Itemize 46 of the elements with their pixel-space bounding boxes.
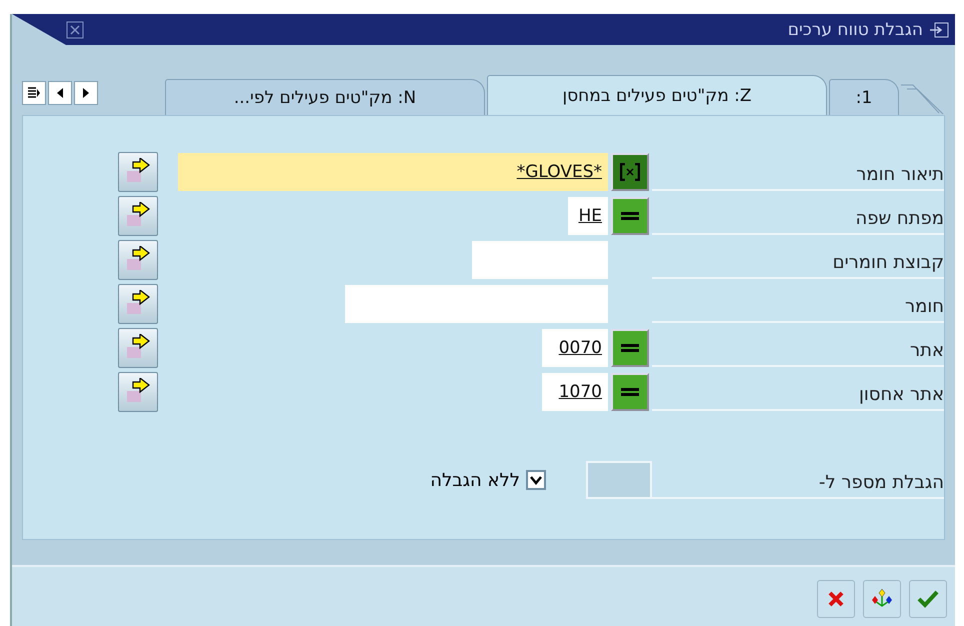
field-label: תיאור חומר: [652, 154, 944, 190]
tab[interactable]: N: מק"טים פעילים לפי...: [165, 79, 485, 115]
operator-button[interactable]: [611, 373, 649, 411]
multiple-selection-button[interactable]: [118, 328, 158, 368]
field-label: חומר: [652, 286, 944, 322]
multiple-selection-button[interactable]: [118, 372, 158, 412]
scroll-right-button[interactable]: [74, 81, 98, 105]
input-field[interactable]: 0070: [542, 329, 608, 367]
cross-icon: [826, 589, 846, 609]
pattern-icon: [620, 163, 640, 181]
tab[interactable]: Z: מק"טים פעילים במחסן: [487, 75, 827, 115]
left-triangle-icon: [56, 88, 64, 98]
operator-button[interactable]: [611, 197, 649, 235]
check-icon: [530, 475, 542, 485]
input-field[interactable]: 1070: [542, 373, 608, 411]
input-field[interactable]: [345, 285, 608, 323]
multiple-selection-button[interactable]: [118, 152, 158, 192]
right-triangle-icon: [82, 88, 90, 98]
field-label: אתר אחסון: [652, 374, 944, 410]
field-label: מפתח שפה: [652, 198, 944, 234]
equals-icon: [621, 387, 639, 397]
scroll-left-button[interactable]: [48, 81, 72, 105]
multiple-selection-button[interactable]: [118, 240, 158, 280]
input-field[interactable]: [472, 241, 608, 279]
confirm-button[interactable]: [909, 580, 947, 618]
multiple-selection-button[interactable]: [118, 196, 158, 236]
equals-icon: [621, 211, 639, 221]
input-field[interactable]: *GLOVES*: [178, 153, 608, 191]
checkmark-icon: [917, 589, 939, 609]
list-icon: [27, 86, 41, 100]
window-icon: [929, 20, 949, 38]
input-field[interactable]: HE: [568, 197, 608, 235]
close-icon[interactable]: [66, 20, 84, 38]
window-title: הגבלת טווח ערכים: [788, 20, 923, 40]
tab-list-button[interactable]: [22, 81, 46, 105]
equals-icon: [621, 343, 639, 353]
operator-button[interactable]: [611, 153, 649, 191]
field-label: קבוצת חומרים: [652, 242, 944, 278]
multiple-selection-button[interactable]: [118, 284, 158, 324]
operator-button[interactable]: [611, 329, 649, 367]
checkbox-label: ללא הגבלה: [430, 470, 520, 490]
hierarchy-button[interactable]: [863, 580, 901, 618]
field-label: אתר: [652, 330, 944, 366]
cancel-button[interactable]: [817, 580, 855, 618]
field-label: הגבלת מספר ל-: [652, 462, 944, 498]
tab[interactable]: 1:: [829, 79, 899, 115]
